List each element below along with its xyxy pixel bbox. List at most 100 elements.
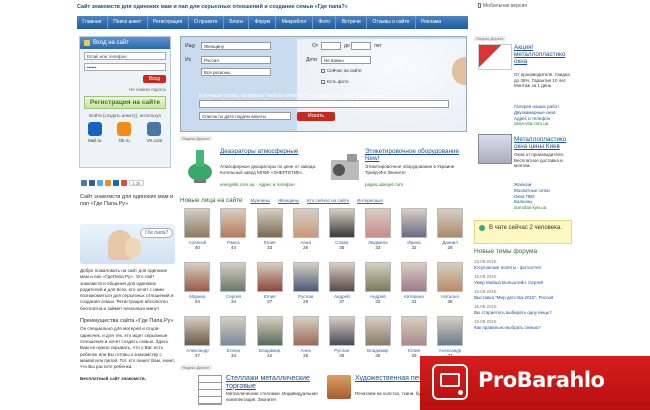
ad-site[interactable]: okna-vita.com.ua (514, 121, 574, 127)
profile-photo[interactable] (256, 208, 283, 238)
register-button[interactable]: Регистрация на сайте (84, 96, 166, 109)
profile-photo[interactable] (400, 262, 427, 292)
profile-photo[interactable] (184, 262, 211, 292)
profile-photo[interactable] (400, 208, 427, 238)
forgot-password-link[interactable]: Не помню пароль (84, 87, 166, 92)
tab-women[interactable]: Женщины (278, 198, 299, 203)
forum-topic[interactable]: 15.09.2015 Как правильно выбрать семью? (474, 319, 574, 330)
email-field[interactable]: Email или телефон (84, 52, 166, 60)
nav-item[interactable]: О проекте (189, 16, 224, 29)
profile-card[interactable]: Людмила 33 (360, 208, 395, 262)
with-photo-checkbox[interactable]: Есть фото (321, 79, 348, 84)
profile-photo[interactable] (328, 208, 355, 238)
profile-photo[interactable] (364, 262, 391, 292)
online-checkbox[interactable]: Сейчас на сайте (321, 68, 362, 73)
forum-link[interactable]: Как правильно выбрать семью? (474, 325, 574, 331)
nav-item[interactable]: Главная (77, 16, 108, 29)
probarahlo-banner[interactable]: ProBarahlo (420, 356, 650, 410)
profile-card[interactable]: Ирина 32 (397, 208, 432, 262)
search-button[interactable]: Искать (297, 112, 335, 121)
profile-photo[interactable] (184, 316, 211, 346)
profile-photo[interactable] (364, 208, 391, 238)
nav-item[interactable]: Реклама (416, 16, 447, 29)
facebook-share-icon[interactable] (89, 180, 95, 186)
vk-share-icon[interactable] (81, 180, 87, 186)
profile-card[interactable]: Владимир 40 (360, 316, 395, 370)
profile-photo[interactable] (184, 208, 211, 238)
mobile-version-link[interactable]: Мобильная версия (478, 3, 527, 9)
social-login-vk-com[interactable]: VK.com (147, 122, 162, 143)
ad-site[interactable]: domolan.kyiv.ua (514, 205, 574, 211)
gplus-share-icon[interactable] (121, 180, 127, 186)
right-ad2-title[interactable]: Металлопластико окна цены Киев (514, 136, 574, 150)
profile-card[interactable]: Алексей 40 (180, 208, 215, 262)
profile-card[interactable]: Анна 26 (288, 316, 323, 370)
nav-item[interactable]: Форум (249, 16, 277, 29)
children-select[interactable]: Не важно (321, 56, 371, 64)
mailru-share-icon[interactable] (113, 180, 119, 186)
profile-card[interactable]: Даниил 29 (433, 208, 468, 262)
ad2-source[interactable]: pages.udeojet.com (365, 182, 465, 187)
password-field[interactable]: •••••• (84, 63, 166, 71)
keywords-input[interactable] (199, 100, 449, 108)
country-select[interactable]: Россия (201, 56, 271, 64)
ad2-title[interactable]: Этикетировочное оборудование New! (365, 148, 465, 162)
sort-select[interactable]: Список по дате подачи анкеты (199, 112, 291, 120)
chat-status[interactable]: В чате сейчас 2 человека. (474, 220, 572, 244)
forum-link[interactable]: Вы стараетесь выбирать одну вещь? (474, 310, 574, 316)
tab-online[interactable]: Кто сейчас на сайте (307, 198, 349, 203)
nav-item[interactable]: Регистрация (148, 16, 189, 29)
profile-photo[interactable] (292, 262, 319, 292)
social-login-ok-ru[interactable]: Ok.ru (117, 122, 132, 143)
twitter-share-icon[interactable] (97, 180, 103, 186)
nav-item[interactable]: Блоги (224, 16, 250, 29)
profile-card[interactable]: Юлия 27 (252, 262, 287, 316)
ok-share-icon[interactable] (105, 180, 111, 186)
profile-card[interactable]: Анна 26 (288, 208, 323, 262)
nav-item[interactable]: Встречи (336, 16, 367, 29)
ad1-source[interactable]: energetik.com.ua · Адрес и телефон (220, 182, 320, 187)
profile-photo[interactable] (437, 208, 464, 238)
age-from-input[interactable] (321, 42, 341, 50)
forum-link[interactable]: Юсуповские полеты - фотоотчет (474, 265, 574, 271)
profile-card[interactable]: Елена 34 (216, 316, 251, 370)
profile-photo[interactable] (437, 262, 464, 292)
profile-photo[interactable] (220, 262, 247, 292)
forum-topic[interactable]: 15.09.2015 Выставка "Мир детства-2015", Р… (474, 289, 574, 300)
profile-photo[interactable] (220, 208, 247, 238)
region-select[interactable]: Все регионы (201, 68, 271, 76)
forum-link[interactable]: Выставка "Мир детства-2015", Россия (474, 295, 574, 301)
forum-topic[interactable]: 15.09.2015 Юсуповские полеты - фотоотчет (474, 259, 574, 270)
nav-item[interactable]: Отзывы о сайте (367, 16, 416, 29)
profile-photo[interactable] (328, 262, 355, 292)
forum-topic[interactable]: 15.09.2015 Вы стараетесь выбирать одну ве… (474, 304, 574, 315)
profile-card[interactable]: Сергей 34 (216, 262, 251, 316)
forum-link[interactable]: Умер Мойша Вольштейн. Сергей (474, 280, 574, 286)
profile-card[interactable]: Андрей 37 (324, 262, 359, 316)
tab-interesting[interactable]: Интересные (357, 198, 383, 203)
profile-photo[interactable] (256, 316, 283, 346)
profile-photo[interactable] (437, 316, 464, 346)
profile-card[interactable]: Слава 35 (324, 208, 359, 262)
profile-photo[interactable] (400, 316, 427, 346)
profile-photo[interactable] (328, 316, 355, 346)
profile-card[interactable]: Андрей 33 (360, 262, 395, 316)
profile-card[interactable]: Катерина 31 (397, 262, 432, 316)
age-to-input[interactable] (351, 42, 371, 50)
bottom-ad1-title[interactable]: Стеллажи металлические торговые (226, 375, 318, 390)
profile-card[interactable]: Александр37 (180, 316, 215, 370)
profile-photo[interactable] (220, 316, 247, 346)
profile-card[interactable]: Юлия 33 (252, 208, 287, 262)
ad1-title[interactable]: Деаэраторы атмосферные (220, 148, 320, 155)
profile-photo[interactable] (256, 262, 283, 292)
nav-item[interactable]: Поиск анкет (108, 16, 148, 29)
nav-item[interactable]: Фото (313, 16, 337, 29)
nav-item[interactable]: Микроблог (276, 16, 314, 29)
profile-photo[interactable] (292, 208, 319, 238)
login-button[interactable]: Вход (142, 75, 166, 83)
gender-select[interactable]: Женщину (201, 42, 271, 50)
profile-card[interactable]: Раиса 44 (216, 208, 251, 262)
profile-photo[interactable] (292, 316, 319, 346)
right-ad1-title[interactable]: Акция! металлопластико окна (514, 44, 574, 65)
forum-topic[interactable]: 15.09.2015 Умер Мойша Вольштейн. Сергей (474, 274, 574, 285)
